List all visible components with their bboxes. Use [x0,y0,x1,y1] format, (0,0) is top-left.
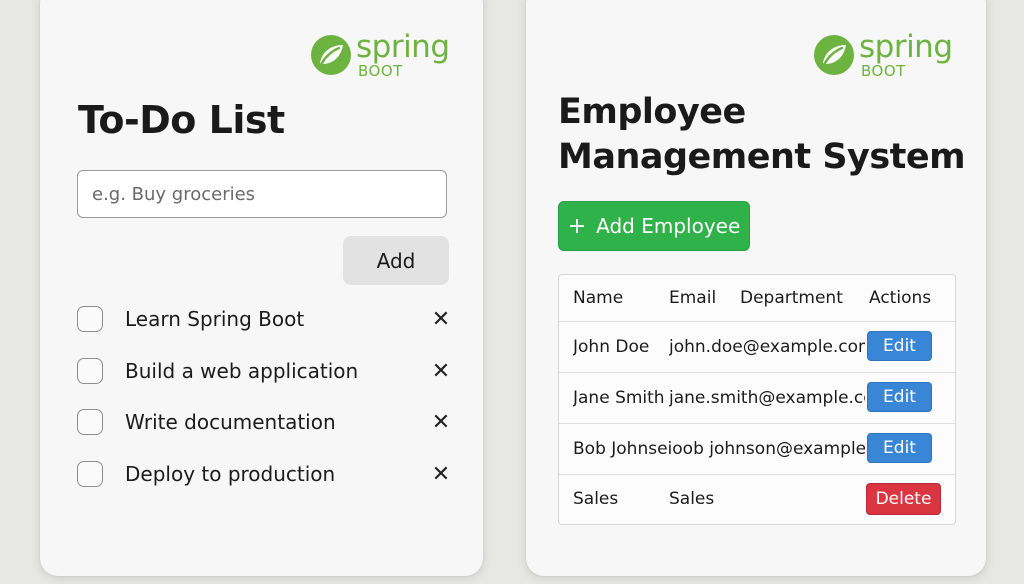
delete-task-icon[interactable]: ✕ [430,462,452,487]
todo-item: Deploy to production ✕ [77,459,452,489]
add-employee-label: Add Employee [596,214,741,238]
employee-name: John Doe [573,336,650,357]
edit-button[interactable]: Edit [867,331,932,361]
todo-card: spring BOOT To-Do List Add Learn Spring … [40,0,483,576]
todo-checkbox[interactable] [77,306,103,332]
edit-button[interactable]: Edit [867,433,932,463]
table-row: John Doe john.doe@example.com Edit [559,321,955,373]
todo-checkbox[interactable] [77,461,103,487]
todo-item-label: Learn Spring Boot [125,307,305,331]
column-header-actions: Actions [869,288,932,308]
employee-name: Bob Johnseioob johnson@example › [573,438,865,459]
spring-boot-logo: spring BOOT [813,29,953,80]
todo-item: Write documentation ✕ [77,407,452,437]
employee-table: Name Email Department Actions John Doe j… [558,274,956,525]
new-task-input[interactable] [77,170,447,218]
column-header-name: Name [573,288,624,308]
table-header-row: Name Email Department Actions [559,275,955,322]
employee-card: spring BOOT Employee Management System +… [526,0,986,576]
todo-title: To-Do List [78,98,285,142]
logo-wordmark: spring [859,29,953,65]
add-task-button[interactable]: Add [343,236,449,285]
logo-wordmark: spring [356,29,450,65]
todo-item-label: Write documentation [125,410,336,434]
add-employee-button[interactable]: + Add Employee [558,201,750,251]
spring-leaf-icon [814,35,854,75]
delete-task-icon[interactable]: ✕ [430,307,452,332]
todo-item: Learn Spring Boot ✕ [77,304,452,334]
spring-boot-logo: spring BOOT [310,29,450,80]
table-row: Jane Smith jane.smith@example.co Edit [559,372,955,424]
column-header-department: Department [740,288,843,308]
spring-leaf-icon [311,35,351,75]
employee-name: Sales [573,489,619,509]
todo-item-label: Deploy to production [125,462,336,486]
column-header-email: Email [669,288,717,308]
employee-email: Sales [669,489,715,509]
todo-checkbox[interactable] [77,358,103,384]
todo-item: Build a web application ✕ [77,356,452,386]
employee-email: jane.smith@example.co [669,387,865,408]
employee-title: Employee Management System [558,92,966,177]
edit-button[interactable]: Edit [867,382,932,412]
logo-subtext: BOOT [358,62,403,80]
todo-item-label: Build a web application [125,359,359,383]
employee-email: john.doe@example.com [669,336,865,357]
logo-subtext: BOOT [861,62,906,80]
delete-task-icon[interactable]: ✕ [430,359,452,384]
delete-button[interactable]: Delete [866,483,941,515]
todo-checkbox[interactable] [77,409,103,435]
plus-icon: + [567,213,587,239]
employee-name: Jane Smith [573,387,665,408]
table-row: Sales Sales Delete [559,474,955,524]
delete-task-icon[interactable]: ✕ [430,410,452,435]
table-row: Bob Johnseioob johnson@example › Edit [559,423,955,475]
